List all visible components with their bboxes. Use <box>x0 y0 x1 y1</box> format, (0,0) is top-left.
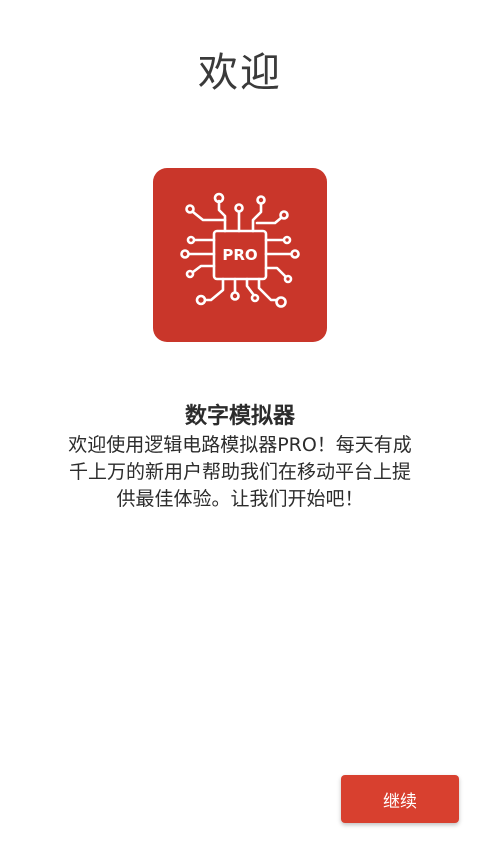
app-name: 数字模拟器 <box>184 404 295 429</box>
continue-button[interactable]: 继续 <box>341 775 459 823</box>
app-logo: PRO <box>153 168 327 342</box>
welcome-description: 欢迎使用逻辑电路模拟器PRO！每天有成千上万的新用户帮助我们在移动平台上提供最佳… <box>68 434 412 510</box>
circuit-chip-icon: PRO <box>180 192 300 308</box>
welcome-screen: 欢迎 PRO 数字模拟器 欢迎使用逻辑电路模拟器PRO！每天有成千上万的新用户帮… <box>0 0 480 853</box>
page-title: 欢迎 <box>198 50 282 96</box>
chip-label: PRO <box>222 246 257 264</box>
